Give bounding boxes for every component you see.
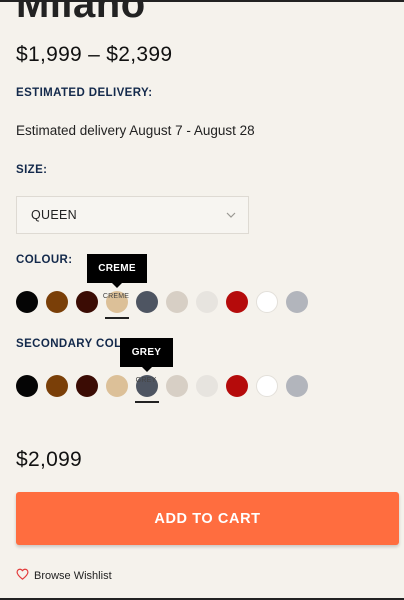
secondary-colour-swatch[interactable] [196, 375, 218, 397]
colour-swatch[interactable] [166, 291, 188, 313]
product-title: Milano [16, 0, 146, 26]
secondary-colour-swatch[interactable] [286, 375, 308, 397]
size-label: SIZE: [16, 164, 48, 176]
colour-swatch[interactable] [136, 291, 158, 313]
secondary-colour-swatch[interactable] [46, 375, 68, 397]
product-page: Milano $1,999 – $2,399 ESTIMATED DELIVER… [0, 0, 404, 600]
estimated-delivery-label: ESTIMATED DELIVERY: [16, 87, 153, 99]
colour-selected-caption: CREME [102, 293, 130, 300]
browse-wishlist-link[interactable]: Browse Wishlist [16, 567, 112, 585]
price-range: $1,999 – $2,399 [16, 43, 173, 66]
colour-swatch[interactable] [256, 291, 278, 313]
colour-swatch[interactable] [286, 291, 308, 313]
colour-swatch[interactable] [16, 291, 38, 313]
colour-swatch[interactable] [46, 291, 68, 313]
size-select[interactable]: QUEEN [16, 196, 249, 234]
colour-swatch[interactable] [226, 291, 248, 313]
secondary-colour-swatch[interactable] [226, 375, 248, 397]
colour-swatch[interactable] [76, 291, 98, 313]
current-price: $2,099 [16, 448, 83, 471]
secondary-colour-swatch[interactable] [106, 375, 128, 397]
secondary-colour-selected-caption: GREY [135, 377, 157, 384]
browse-wishlist-label: Browse Wishlist [34, 570, 112, 582]
colour-swatch[interactable] [196, 291, 218, 313]
colour-tooltip: CREME [87, 254, 147, 288]
secondary-colour-swatch[interactable] [166, 375, 188, 397]
colour-label: COLOUR: [16, 254, 73, 266]
secondary-colour-swatch[interactable] [256, 375, 278, 397]
estimated-delivery-text: Estimated delivery August 7 - August 28 [16, 123, 255, 138]
secondary-colour-swatch[interactable] [16, 375, 38, 397]
heart-icon [16, 567, 29, 585]
secondary-colour-tooltip: GREY [120, 338, 173, 372]
add-to-cart-button[interactable]: ADD TO CART [16, 492, 399, 545]
colour-swatches [16, 291, 316, 319]
chevron-down-icon [226, 212, 236, 218]
size-selected-value: QUEEN [31, 208, 77, 222]
secondary-colour-swatches [16, 375, 316, 403]
secondary-colour-swatch[interactable] [76, 375, 98, 397]
